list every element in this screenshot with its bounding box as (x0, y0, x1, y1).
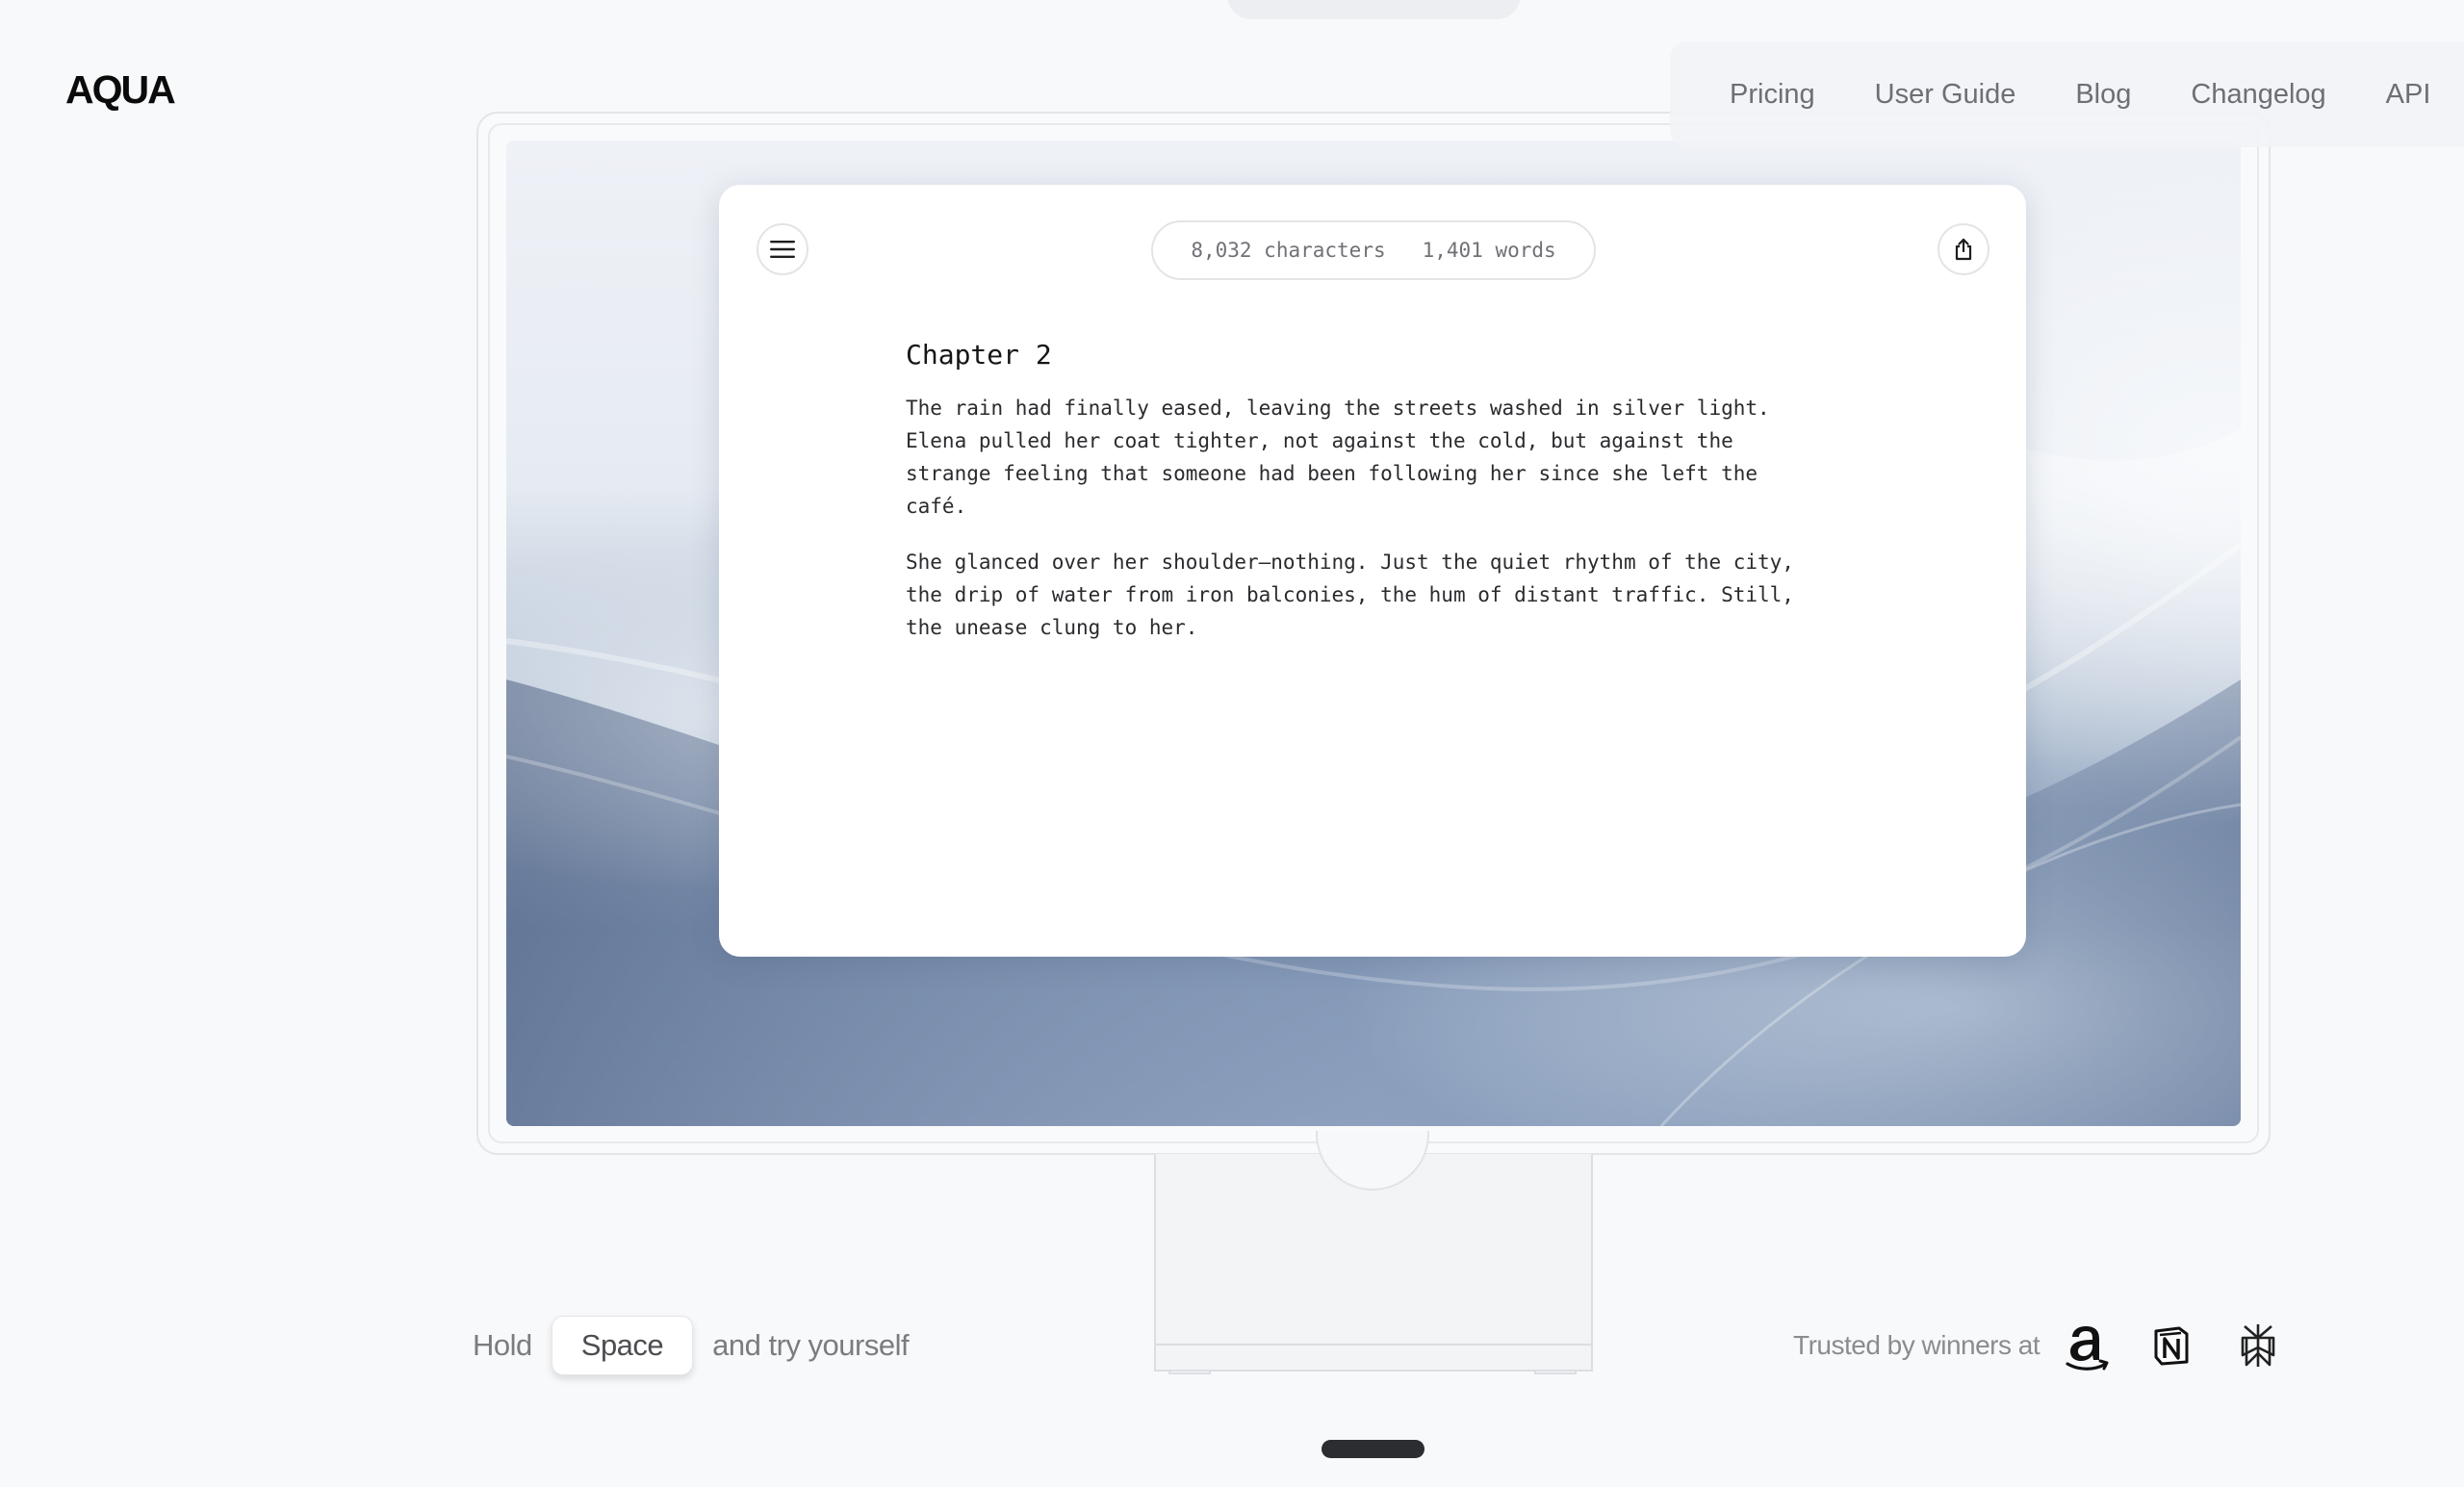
trusted-label: Trusted by winners at (1793, 1330, 2040, 1360)
word-count-stats[interactable]: 8,032 characters 1,401 words (1151, 220, 1596, 280)
try-it-hint: Hold Space and try yourself (473, 1315, 910, 1376)
stand-base-line (1154, 1344, 1593, 1346)
trusted-by-section: Trusted by winners at (1793, 1319, 2280, 1372)
landing-page: AQUA Pricing User Guide Blog Changelog A… (0, 0, 2464, 1487)
editor-document-card: 8,032 characters 1,401 words Chapter 2 T… (719, 185, 2026, 957)
hint-suffix: and try yourself (712, 1328, 910, 1362)
amazon-logo-icon (2061, 1319, 2113, 1372)
nav-changelog[interactable]: Changelog (2191, 79, 2325, 111)
aqua-logo[interactable]: AQUA (65, 67, 176, 113)
word-count: 1,401 words (1422, 239, 1556, 262)
document-text-area[interactable]: Chapter 2 The rain had finally eased, le… (906, 339, 1830, 667)
hint-prefix: Hold (473, 1328, 532, 1362)
nav-api[interactable]: API (2386, 79, 2431, 111)
paragraph: She glanced over her shoulder—nothing. J… (906, 551, 1794, 639)
home-indicator-bar (1322, 1440, 1424, 1458)
nav-user-guide[interactable]: User Guide (1875, 79, 2016, 111)
nav-blog[interactable]: Blog (2075, 79, 2131, 111)
share-button[interactable] (1938, 223, 1989, 275)
top-navigation: Pricing User Guide Blog Changelog API (1670, 41, 2464, 147)
notion-logo-icon (2149, 1321, 2194, 1370)
stand-foot (1168, 1371, 1211, 1374)
stand-foot (1534, 1371, 1577, 1374)
menu-button[interactable] (757, 223, 808, 275)
share-icon (1955, 238, 1972, 261)
character-count: 8,032 characters (1191, 239, 1386, 262)
hamburger-menu-icon (770, 241, 795, 258)
nav-pricing[interactable]: Pricing (1730, 79, 1815, 111)
paragraph: The rain had finally eased, leaving the … (906, 397, 1770, 518)
top-notch-pill (1227, 0, 1521, 19)
document-heading: Chapter 2 (906, 339, 1052, 371)
perplexity-logo-icon (2236, 1320, 2280, 1371)
space-key[interactable]: Space (551, 1316, 694, 1375)
